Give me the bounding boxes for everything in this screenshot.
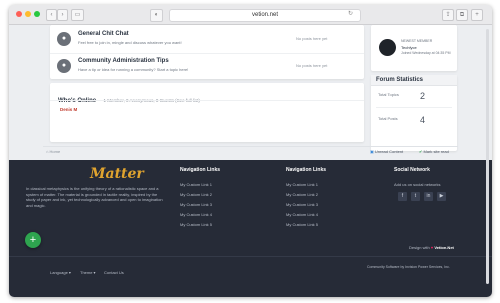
total-topics-label: Total Topics — [378, 92, 399, 97]
language-selector[interactable]: Language ▾ — [50, 270, 71, 275]
footer-link[interactable]: My Custom Link 4 — [180, 212, 212, 217]
youtube-icon[interactable]: ▶ — [437, 192, 446, 201]
divider — [9, 256, 492, 257]
contact-us-link[interactable]: Contact Us — [104, 270, 124, 275]
forum-title[interactable]: General Chit Chat — [78, 31, 129, 37]
page-scrollbar[interactable] — [486, 29, 489, 284]
share-icon[interactable]: ⇪ — [442, 9, 454, 21]
browser-window: ‹ › ▭ ◐ vetion.net ↻ ⇪ ⧉ + ● General Chi… — [9, 5, 492, 297]
footer-link[interactable]: My Custom Link 1 — [180, 182, 212, 187]
footer-link[interactable]: My Custom Link 5 — [180, 222, 212, 227]
address-bar[interactable]: vetion.net — [169, 9, 361, 22]
facebook-icon[interactable]: f — [398, 192, 407, 201]
forum-last-post: No posts here yet — [296, 63, 328, 68]
footer-link[interactable]: My Custom Link 4 — [286, 212, 318, 217]
minimize-window-button[interactable] — [25, 11, 31, 17]
newest-member-widget: NEWEST MEMBER Techfyce Joined Wednesday … — [371, 25, 457, 71]
breadcrumb-bar: ⌂ Home ▣ Unread Content ✔ Mark site read — [43, 146, 458, 157]
heart-icon: ♥ — [430, 245, 434, 250]
footer-link[interactable]: My Custom Link 5 — [286, 222, 318, 227]
total-topics-value: 2 — [420, 91, 426, 101]
forum-title[interactable]: Community Administration Tips — [78, 58, 169, 64]
new-tab-button[interactable]: + — [471, 9, 483, 21]
software-credit: Community Software by Invision Power Ser… — [367, 265, 450, 269]
back-button[interactable]: ‹ — [46, 9, 57, 21]
privacy-shield-icon[interactable]: ◐ — [150, 9, 163, 22]
footer-nav-title-1: Navigation Links — [180, 167, 221, 173]
forum-main-area: ● General Chit Chat Feel free to join in… — [9, 25, 492, 160]
newest-member-joined: Joined Wednesday at 04:35 PM — [401, 51, 451, 55]
divider — [376, 107, 452, 108]
browser-toolbar: ‹ › ▭ ◐ vetion.net ↻ ⇪ ⧉ + — [9, 5, 492, 25]
floating-add-button[interactable]: + — [25, 232, 41, 248]
theme-selector[interactable]: Theme ▾ — [80, 270, 96, 275]
sidebar-toggle-icon[interactable]: ▭ — [71, 9, 84, 21]
page-content: ● General Chit Chat Feel free to join in… — [9, 25, 492, 297]
unread-content-link[interactable]: ▣ Unread Content — [370, 149, 403, 154]
chat-bubble-icon: ● — [57, 59, 71, 73]
design-credit: Design with ♥ Vetion.Net — [409, 245, 454, 250]
forum-statistics-title: Forum Statistics — [376, 77, 424, 83]
divider — [50, 100, 364, 101]
forum-description: Feel free to join in, mingle and discuss… — [78, 40, 182, 45]
avatar[interactable] — [379, 39, 396, 56]
footer-link[interactable]: My Custom Link 3 — [286, 202, 318, 207]
chat-bubble-icon: ● — [57, 32, 71, 46]
forum-statistics-widget: Forum Statistics Total Topics 2 Total Po… — [371, 75, 457, 151]
close-window-button[interactable] — [16, 11, 22, 17]
linkedin-icon[interactable]: in — [424, 192, 433, 201]
designer-link[interactable]: Vetion.Net — [434, 245, 454, 250]
site-footer: Matter In classical metaphysics is the u… — [9, 160, 492, 297]
footer-about-text: In classical metaphysics is the unifying… — [26, 186, 163, 208]
forum-description: Have a tip or idea for running a communi… — [78, 67, 189, 72]
whos-online-title: Who's Online — [58, 98, 97, 104]
twitter-icon[interactable]: t — [411, 192, 420, 201]
total-posts-label: Total Posts — [378, 116, 398, 121]
newest-member-name[interactable]: Techfyce — [401, 45, 417, 50]
forum-last-post: No posts here yet — [296, 36, 328, 41]
mark-site-read-link[interactable]: ✔ Mark site read — [419, 149, 449, 154]
footer-link[interactable]: My Custom Link 1 — [286, 182, 318, 187]
zoom-window-button[interactable] — [34, 11, 40, 17]
newest-member-label: NEWEST MEMBER — [401, 39, 433, 43]
total-posts-value: 4 — [420, 115, 426, 125]
social-network-title: Social Network — [394, 167, 430, 173]
forum-list: ● General Chit Chat Feel free to join in… — [50, 25, 364, 79]
breadcrumb-home-link[interactable]: ⌂ Home — [46, 149, 60, 154]
social-network-text: Add us on social networks — [394, 182, 441, 187]
whos-online-header: Who's Online 1 Member, 0 Anonymous, 8 Gu… — [58, 89, 200, 107]
footer-brand-logo: Matter — [90, 166, 144, 182]
footer-link[interactable]: My Custom Link 2 — [180, 192, 212, 197]
whos-online-widget: Who's Online 1 Member, 0 Anonymous, 8 Gu… — [50, 83, 364, 142]
reload-icon[interactable]: ↻ — [348, 9, 353, 20]
forward-button[interactable]: › — [57, 9, 68, 21]
footer-link[interactable]: My Custom Link 3 — [180, 202, 212, 207]
tabs-overview-icon[interactable]: ⧉ — [456, 9, 468, 21]
forum-row-community-administration[interactable]: ● Community Administration Tips Have a t… — [50, 54, 364, 79]
forum-row-general-chit-chat[interactable]: ● General Chit Chat Feel free to join in… — [50, 27, 364, 52]
footer-nav-title-2: Navigation Links — [286, 167, 327, 173]
online-member-link[interactable]: Denis M — [60, 107, 77, 112]
footer-link[interactable]: My Custom Link 2 — [286, 192, 318, 197]
